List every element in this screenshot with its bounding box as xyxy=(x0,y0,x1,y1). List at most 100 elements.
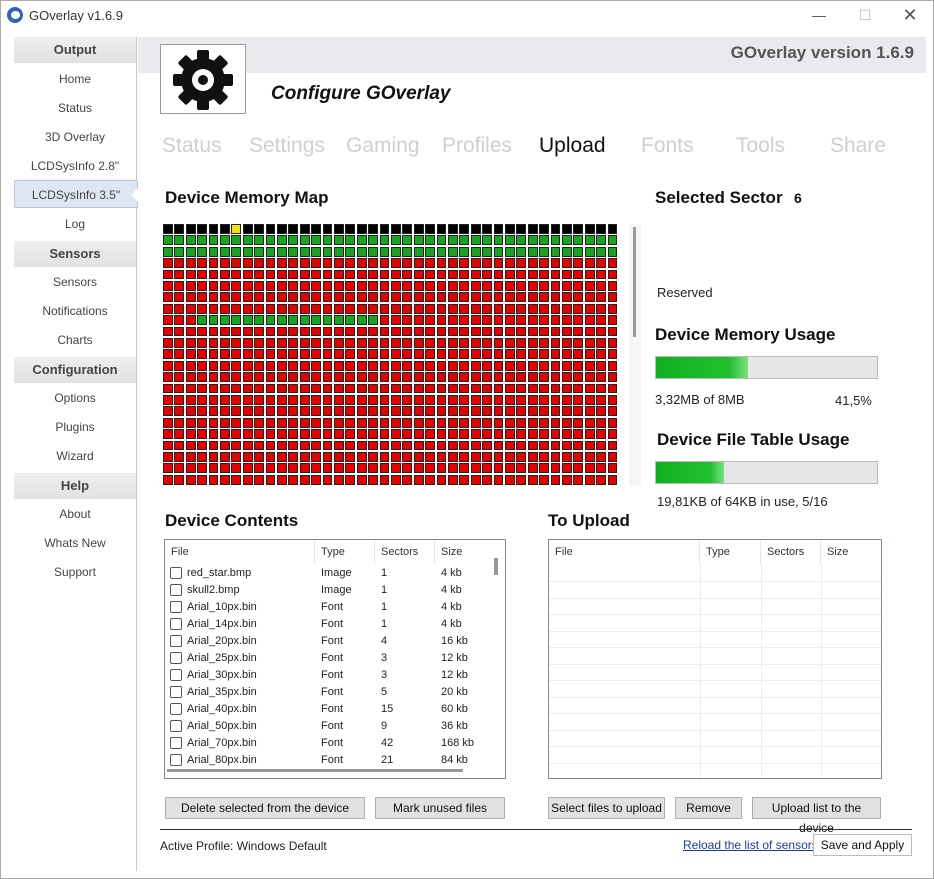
memory-sector-cell[interactable] xyxy=(254,326,265,337)
memory-sector-cell[interactable] xyxy=(527,258,538,269)
memory-sector-cell[interactable] xyxy=(584,395,595,405)
memory-sector-cell[interactable] xyxy=(345,246,356,257)
memory-sector-cell[interactable] xyxy=(322,406,333,417)
memory-sector-cell[interactable] xyxy=(596,417,607,428)
memory-sector-cell[interactable] xyxy=(413,235,424,246)
memory-sector-cell[interactable] xyxy=(493,474,504,485)
memory-sector-cell[interactable] xyxy=(174,281,185,291)
memory-sector-cell[interactable] xyxy=(539,349,550,360)
memory-sector-cell[interactable] xyxy=(470,417,481,428)
memory-sector-cell[interactable] xyxy=(334,440,344,451)
memory-sector-cell[interactable] xyxy=(288,372,299,383)
memory-sector-cell[interactable] xyxy=(174,269,185,280)
memory-sector-cell[interactable] xyxy=(505,246,515,257)
memory-sector-cell[interactable] xyxy=(220,258,230,269)
memory-sector-cell[interactable] xyxy=(573,360,584,371)
memory-sector-cell[interactable] xyxy=(265,292,276,303)
sidebar-item-about[interactable]: About xyxy=(14,500,136,528)
memory-sector-cell[interactable] xyxy=(436,440,447,451)
memory-sector-cell[interactable] xyxy=(220,246,230,257)
memory-sector-cell[interactable] xyxy=(163,303,173,314)
memory-sector-cell[interactable] xyxy=(163,224,173,234)
memory-sector-cell[interactable] xyxy=(220,292,230,303)
memory-sector-cell[interactable] xyxy=(231,224,242,234)
memory-sector-cell[interactable] xyxy=(174,246,185,257)
memory-sector-cell[interactable] xyxy=(459,395,470,405)
memory-sector-cell[interactable] xyxy=(493,326,504,337)
memory-sector-cell[interactable] xyxy=(470,395,481,405)
memory-sector-cell[interactable] xyxy=(539,417,550,428)
memory-sector-cell[interactable] xyxy=(573,315,584,326)
memory-sector-cell[interactable] xyxy=(174,474,185,485)
memory-sector-cell[interactable] xyxy=(242,281,253,291)
memory-sector-cell[interactable] xyxy=(163,463,173,474)
memory-sector-cell[interactable] xyxy=(379,281,390,291)
memory-sector-cell[interactable] xyxy=(265,429,276,440)
memory-sector-cell[interactable] xyxy=(402,224,413,234)
memory-sector-cell[interactable] xyxy=(539,315,550,326)
memory-sector-cell[interactable] xyxy=(379,360,390,371)
memory-sector-cell[interactable] xyxy=(356,246,367,257)
memory-sector-cell[interactable] xyxy=(391,246,401,257)
memory-sector-cell[interactable] xyxy=(482,269,493,280)
memory-sector-cell[interactable] xyxy=(379,315,390,326)
memory-sector-cell[interactable] xyxy=(493,338,504,348)
memory-sector-cell[interactable] xyxy=(379,395,390,405)
memory-sector-cell[interactable] xyxy=(334,360,344,371)
memory-sector-cell[interactable] xyxy=(163,417,173,428)
memory-sector-cell[interactable] xyxy=(505,429,515,440)
memory-sector-cell[interactable] xyxy=(482,406,493,417)
memory-sector-cell[interactable] xyxy=(550,440,561,451)
memory-sector-cell[interactable] xyxy=(185,269,196,280)
memory-sector-cell[interactable] xyxy=(322,326,333,337)
memory-sector-cell[interactable] xyxy=(584,246,595,257)
tab-fonts[interactable]: Fonts xyxy=(641,134,694,158)
memory-sector-cell[interactable] xyxy=(185,429,196,440)
memory-sector-cell[interactable] xyxy=(436,452,447,462)
memory-sector-cell[interactable] xyxy=(470,372,481,383)
upload-column-header-file[interactable]: File xyxy=(549,540,700,564)
sidebar-item-status[interactable]: Status xyxy=(14,94,136,122)
memory-sector-cell[interactable] xyxy=(539,372,550,383)
memory-sector-cell[interactable] xyxy=(299,326,310,337)
memory-sector-cell[interactable] xyxy=(163,349,173,360)
memory-sector-cell[interactable] xyxy=(527,383,538,394)
memory-sector-cell[interactable] xyxy=(470,429,481,440)
memory-sector-cell[interactable] xyxy=(448,349,458,360)
memory-sector-cell[interactable] xyxy=(413,429,424,440)
memory-sector-cell[interactable] xyxy=(505,417,515,428)
memory-sector-cell[interactable] xyxy=(505,303,515,314)
memory-sector-cell[interactable] xyxy=(607,235,618,246)
memory-sector-cell[interactable] xyxy=(379,372,390,383)
memory-sector-cell[interactable] xyxy=(299,395,310,405)
memory-sector-cell[interactable] xyxy=(425,372,436,383)
memory-sector-cell[interactable] xyxy=(505,349,515,360)
memory-sector-cell[interactable] xyxy=(493,349,504,360)
device-contents-vscroll[interactable] xyxy=(494,558,498,575)
memory-sector-cell[interactable] xyxy=(413,224,424,234)
memory-sector-cell[interactable] xyxy=(254,372,265,383)
memory-sector-cell[interactable] xyxy=(220,440,230,451)
memory-sector-cell[interactable] xyxy=(470,303,481,314)
memory-sector-cell[interactable] xyxy=(562,258,572,269)
memory-sector-cell[interactable] xyxy=(527,303,538,314)
memory-sector-cell[interactable] xyxy=(459,372,470,383)
memory-sector-cell[interactable] xyxy=(254,360,265,371)
memory-sector-cell[interactable] xyxy=(231,406,242,417)
memory-sector-cell[interactable] xyxy=(334,349,344,360)
memory-sector-cell[interactable] xyxy=(185,258,196,269)
memory-sector-cell[interactable] xyxy=(550,349,561,360)
memory-sector-cell[interactable] xyxy=(254,463,265,474)
memory-sector-cell[interactable] xyxy=(185,372,196,383)
memory-sector-cell[interactable] xyxy=(562,406,572,417)
memory-sector-cell[interactable] xyxy=(277,417,287,428)
memory-sector-cell[interactable] xyxy=(356,303,367,314)
memory-sector-cell[interactable] xyxy=(607,474,618,485)
memory-sector-cell[interactable] xyxy=(505,315,515,326)
memory-sector-cell[interactable] xyxy=(311,235,322,246)
memory-sector-cell[interactable] xyxy=(277,463,287,474)
memory-sector-cell[interactable] xyxy=(299,474,310,485)
memory-sector-cell[interactable] xyxy=(470,383,481,394)
row-checkbox[interactable] xyxy=(170,584,182,596)
tab-gaming[interactable]: Gaming xyxy=(346,134,420,158)
